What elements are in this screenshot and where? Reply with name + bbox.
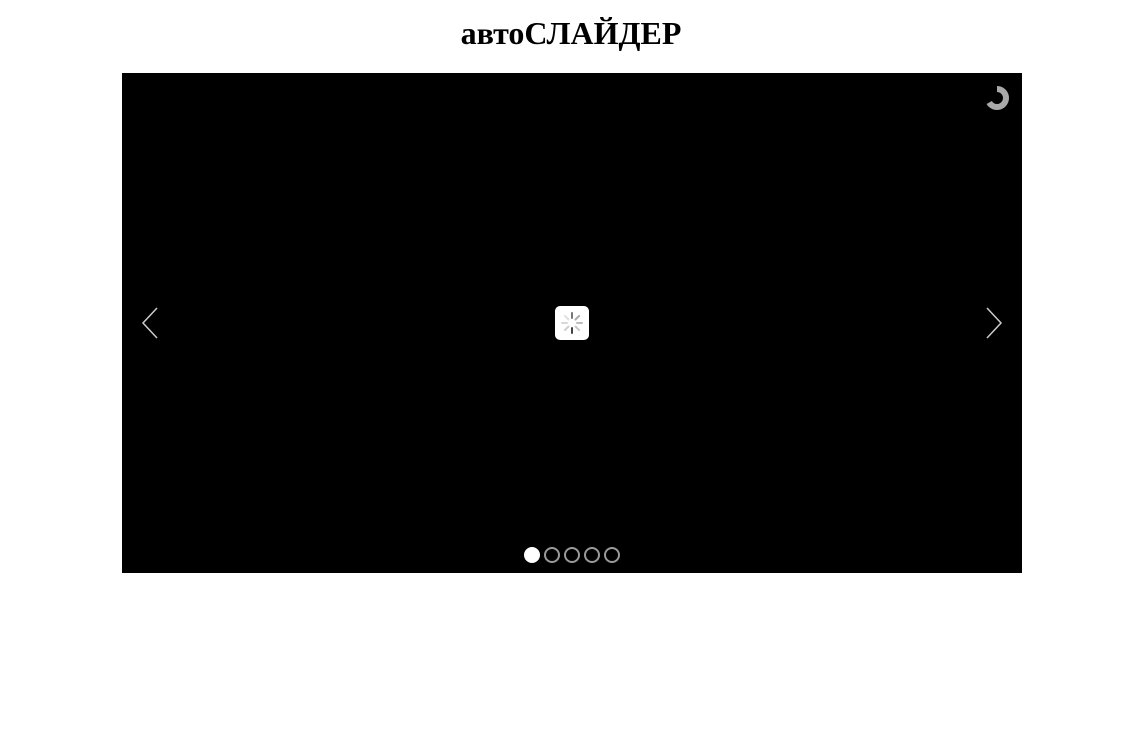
prev-arrow-button[interactable] [135, 304, 165, 342]
loading-indicator [555, 306, 589, 340]
chevron-left-icon [141, 307, 158, 339]
slide-bullet-1[interactable] [524, 547, 540, 563]
chevron-right-icon [986, 307, 1003, 339]
autoplay-timer-icon[interactable] [982, 83, 1012, 113]
slide-pagination [122, 547, 1022, 563]
image-slider[interactable] [122, 73, 1022, 573]
loading-spinner-icon [561, 312, 583, 334]
page-title: автоСЛАЙДЕР [460, 15, 682, 51]
slide-bullet-5[interactable] [604, 547, 620, 563]
slide-bullet-3[interactable] [564, 547, 580, 563]
slide-bullet-2[interactable] [544, 547, 560, 563]
next-arrow-button[interactable] [979, 304, 1009, 342]
slide-bullet-4[interactable] [584, 547, 600, 563]
